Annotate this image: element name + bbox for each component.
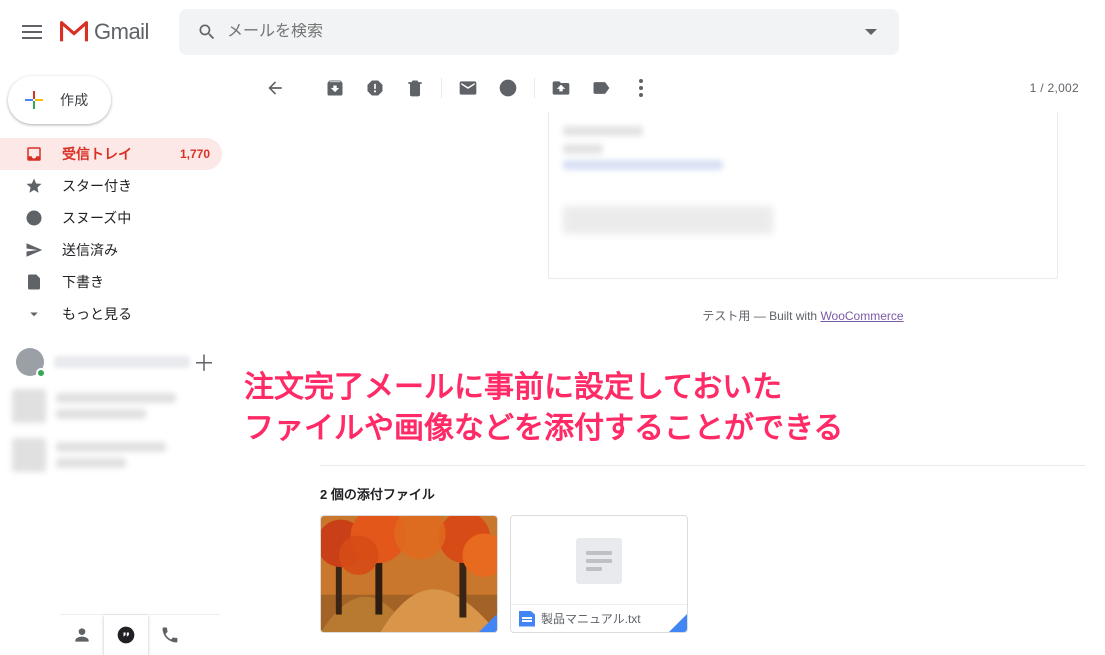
- main-menu-icon[interactable]: [8, 8, 56, 56]
- redacted-text: [563, 144, 603, 154]
- folder-nav: 受信トレイ 1,770 スター付き スヌーズ中 送信済み 下書き もっと見る: [0, 138, 232, 330]
- new-chat-button[interactable]: ＋: [190, 348, 218, 376]
- message-footer: テスト用 — Built with WooCommerce: [548, 307, 1058, 324]
- hangouts-contacts: [10, 380, 224, 480]
- text-file-icon: [519, 611, 535, 627]
- footer-link[interactable]: WooCommerce: [820, 309, 903, 323]
- gmail-logo-text: Gmail: [94, 19, 149, 45]
- nav-label: 下書き: [62, 272, 210, 292]
- presence-dot: [36, 368, 46, 378]
- labels-button[interactable]: [581, 68, 621, 108]
- tab-phone[interactable]: [148, 615, 192, 655]
- nav-label: スター付き: [62, 176, 210, 196]
- avatar: [12, 389, 46, 423]
- compose-label: 作成: [60, 90, 89, 110]
- app-header: Gmail: [0, 0, 1105, 64]
- gmail-logo[interactable]: Gmail: [60, 19, 149, 45]
- search-options-icon[interactable]: [851, 12, 891, 52]
- nav-snoozed[interactable]: スヌーズ中: [0, 202, 222, 234]
- clock-icon: [24, 208, 44, 228]
- document-icon: [511, 538, 687, 584]
- star-icon: [24, 176, 44, 196]
- search-input[interactable]: [227, 23, 851, 41]
- list-item[interactable]: [12, 435, 222, 474]
- attachment-corner-icon: [669, 614, 687, 632]
- delete-button[interactable]: [395, 68, 435, 108]
- annotation-overlay: 注文完了メールに事前に設定しておいた ファイルや画像などを添付することができる: [244, 368, 1085, 449]
- more-actions-button[interactable]: [621, 68, 661, 108]
- send-icon: [24, 240, 44, 260]
- nav-starred[interactable]: スター付き: [0, 170, 222, 202]
- chevron-down-icon: [24, 304, 44, 324]
- attachments-list: 製品マニュアル.txt: [320, 515, 688, 633]
- message-position: 1 / 2,002: [1030, 81, 1079, 95]
- attachments-heading: 2 個の添付ファイル: [320, 484, 435, 503]
- footer-prefix: テスト用 — Built with: [702, 309, 820, 323]
- attachment-file[interactable]: 製品マニュアル.txt: [510, 515, 688, 633]
- hangouts-tabs: [60, 614, 220, 654]
- tab-contacts[interactable]: [60, 615, 104, 655]
- tab-hangouts[interactable]: [104, 615, 148, 655]
- attachment-filename: 製品マニュアル.txt: [541, 610, 641, 627]
- nav-inbox[interactable]: 受信トレイ 1,770: [0, 138, 222, 170]
- image-thumbnail: [321, 516, 497, 632]
- hangouts-header[interactable]: ＋: [10, 344, 224, 380]
- back-button[interactable]: [255, 68, 295, 108]
- nav-sent[interactable]: 送信済み: [0, 234, 222, 266]
- spam-button[interactable]: [355, 68, 395, 108]
- hangouts-panel: ＋: [10, 344, 224, 480]
- mark-unread-button[interactable]: [448, 68, 488, 108]
- avatar[interactable]: [16, 348, 44, 376]
- redacted-link: [563, 160, 723, 170]
- redacted-text: [563, 206, 773, 234]
- list-item[interactable]: [12, 386, 222, 425]
- nav-label: 送信済み: [62, 240, 210, 260]
- attachment-image[interactable]: [320, 515, 498, 633]
- compose-button[interactable]: 作成: [8, 76, 111, 124]
- message-card: [548, 112, 1058, 279]
- message-toolbar: 1 / 2,002: [255, 64, 1097, 112]
- snooze-button[interactable]: [488, 68, 528, 108]
- nav-label: もっと見る: [62, 304, 210, 324]
- nav-more[interactable]: もっと見る: [0, 298, 222, 330]
- redacted-text: [563, 126, 643, 136]
- overlay-line: 注文完了メールに事前に設定しておいた: [244, 368, 1085, 409]
- gmail-logo-icon: [60, 21, 88, 43]
- archive-button[interactable]: [315, 68, 355, 108]
- file-icon: [24, 272, 44, 292]
- nav-drafts[interactable]: 下書き: [0, 266, 222, 298]
- plus-icon: [22, 88, 46, 112]
- nav-label: 受信トレイ: [62, 144, 180, 164]
- move-to-button[interactable]: [541, 68, 581, 108]
- search-icon[interactable]: [187, 12, 227, 52]
- overlay-line: ファイルや画像などを添付することができる: [244, 409, 1085, 450]
- inbox-icon: [24, 144, 44, 164]
- current-user-name: [54, 356, 190, 368]
- nav-label: スヌーズ中: [62, 208, 210, 228]
- nav-count: 1,770: [180, 147, 210, 161]
- attachment-filename-bar: 製品マニュアル.txt: [511, 604, 687, 632]
- attachment-corner-icon: [479, 614, 497, 632]
- search-bar[interactable]: [179, 9, 899, 55]
- message-area: テスト用 — Built with WooCommerce: [320, 112, 1090, 324]
- avatar: [12, 438, 46, 472]
- divider: [320, 465, 1085, 466]
